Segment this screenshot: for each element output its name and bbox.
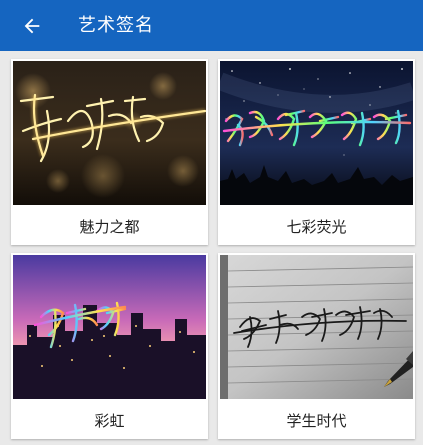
style-card-label: 七彩荧光	[286, 218, 347, 236]
style-card-seven-color-glow[interactable]: 七彩荧光	[218, 59, 415, 245]
style-thumbnail	[13, 255, 206, 399]
style-card-charm-city[interactable]: 魅力之都	[11, 59, 208, 245]
style-thumbnail	[13, 61, 206, 205]
style-card-rainbow[interactable]: 彩虹	[11, 253, 208, 439]
starry-sky-signature-image	[220, 61, 413, 205]
style-card-label: 彩虹	[94, 412, 125, 430]
back-button[interactable]	[18, 12, 46, 40]
style-card-label: 学生时代	[286, 412, 347, 430]
style-card-student-days[interactable]: 学生时代	[218, 253, 415, 439]
page-title: 艺术签名	[78, 15, 154, 36]
signature-style-grid: 魅力之都 七彩荧光 彩虹 学生时代	[0, 51, 423, 445]
night-city-signature-image	[13, 61, 206, 205]
purple-city-signature-image	[13, 255, 206, 399]
style-card-label: 魅力之都	[79, 218, 140, 236]
app-bar: 艺术签名	[0, 0, 423, 51]
arrow-left-icon	[24, 18, 40, 34]
style-thumbnail	[220, 255, 413, 399]
notebook-signature-image	[220, 255, 413, 399]
style-thumbnail	[220, 61, 413, 205]
